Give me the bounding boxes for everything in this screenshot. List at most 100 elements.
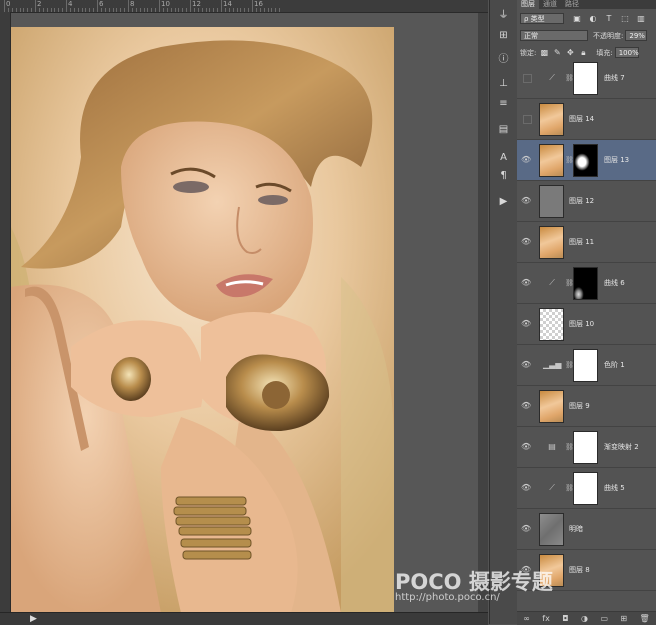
layer-name[interactable]: 图层 13 [604, 155, 629, 165]
mask-link-icon[interactable]: ⛓︎ [565, 73, 574, 83]
curves-icon[interactable]: ⟋ [543, 483, 561, 493]
gradient-map-icon[interactable]: ▤ [543, 442, 561, 452]
new-adjustment-icon[interactable]: ◑ [581, 614, 588, 623]
layer-row[interactable]: 👁︎ 图层 10 [517, 304, 656, 345]
lock-all-icon[interactable]: 🔒︎ [578, 48, 588, 58]
layer-name[interactable]: 图层 9 [569, 401, 590, 411]
lock-position-icon[interactable]: ✥ [565, 48, 575, 58]
character-icon[interactable]: A [496, 150, 511, 165]
link-layers-icon[interactable]: ∞ [523, 614, 530, 623]
layer-name[interactable]: 图层 10 [569, 319, 594, 329]
visibility-eye-icon[interactable]: 👁︎ [521, 196, 531, 206]
paragraph-icon[interactable]: ¶ [496, 168, 511, 183]
filter-adjustment-icon[interactable]: ◐ [588, 14, 598, 24]
vertical-scrollbar[interactable] [478, 13, 488, 612]
tab-channels[interactable]: 通道 [539, 0, 561, 9]
brush-presets-icon[interactable]: ⊥ [496, 76, 511, 91]
mask-link-icon[interactable]: ⛓︎ [565, 278, 574, 288]
document-image[interactable] [11, 27, 394, 613]
layer-name[interactable]: 曲线 7 [604, 73, 625, 83]
mask-link-icon[interactable]: ⛓︎ [565, 483, 574, 493]
layer-row[interactable]: 👁︎ 图层 11 [517, 222, 656, 263]
layer-mask-thumbnail[interactable] [573, 62, 598, 95]
actions-icon[interactable]: ⊞ [496, 28, 511, 43]
visibility-eye-icon[interactable]: 👁︎ [521, 524, 531, 534]
visibility-toggle-off[interactable] [523, 115, 532, 124]
layer-name[interactable]: 图层 14 [569, 114, 594, 124]
levels-icon[interactable]: ▁▃▅ [543, 360, 561, 370]
layer-list[interactable]: ⟋ ⛓︎ 曲线 7 图层 14 👁︎ ⛓︎ 图层 13 👁︎ 图层 12 👁︎ 图层 11 👁︎ ⟋ ⛓︎… [517, 61, 656, 611]
tab-paths[interactable]: 路径 [561, 0, 583, 9]
layer-name[interactable]: 色阶 1 [604, 360, 625, 370]
layer-thumbnail[interactable] [539, 390, 564, 423]
layer-row[interactable]: 👁︎ ▤ ⛓︎ 渐变映射 2 [517, 427, 656, 468]
layer-thumbnail[interactable] [539, 103, 564, 136]
curves-icon[interactable]: ⟋ [543, 278, 561, 288]
visibility-eye-icon[interactable]: 👁︎ [521, 360, 531, 370]
layer-mask-thumbnail[interactable] [573, 431, 598, 464]
layer-row[interactable]: 👁︎ ⟋ ⛓︎ 曲线 5 [517, 468, 656, 509]
mask-link-icon[interactable]: ⛓︎ [565, 155, 574, 165]
layer-name[interactable]: 曲线 5 [604, 483, 625, 493]
visibility-eye-icon[interactable]: 👁︎ [521, 442, 531, 452]
layer-filter-kind-select[interactable]: ρ 类型 [520, 13, 564, 24]
layer-thumbnail[interactable] [539, 226, 564, 259]
layer-thumbnail[interactable] [539, 185, 564, 218]
fill-field[interactable]: 100% [614, 47, 639, 58]
tab-layers[interactable]: 图层 [517, 0, 539, 9]
layer-row[interactable]: ⟋ ⛓︎ 曲线 7 [517, 61, 656, 99]
layer-row[interactable]: 👁︎ 图层 12 [517, 181, 656, 222]
filter-shape-icon[interactable]: ⬚ [620, 14, 630, 24]
visibility-eye-icon[interactable]: 👁︎ [521, 483, 531, 493]
filter-smart-object-icon[interactable]: ▥ [636, 14, 646, 24]
layers-icon[interactable]: ▤ [496, 122, 511, 137]
layer-thumbnail[interactable] [539, 308, 564, 341]
visibility-toggle-off[interactable] [523, 74, 532, 83]
opacity-field[interactable]: 29% [625, 30, 648, 41]
layer-mask-thumbnail[interactable] [573, 144, 598, 177]
layer-name[interactable]: 曲线 6 [604, 278, 625, 288]
layer-thumbnail[interactable] [539, 513, 564, 546]
visibility-eye-icon[interactable]: 👁︎ [521, 278, 531, 288]
layer-row[interactable]: 👁︎ ▁▃▅ ⛓︎ 色阶 1 [517, 345, 656, 386]
layer-mask-thumbnail[interactable] [573, 267, 598, 300]
layer-name[interactable]: 图层 11 [569, 237, 594, 247]
layer-row[interactable]: 👁︎ ⟋ ⛓︎ 曲线 6 [517, 263, 656, 304]
layer-name[interactable]: 渐变映射 2 [604, 442, 639, 452]
layer-name[interactable]: 图层 12 [569, 196, 594, 206]
info-icon[interactable]: ⓘ [496, 52, 511, 67]
lock-transparent-icon[interactable]: ▩ [539, 48, 549, 58]
visibility-eye-icon[interactable]: 👁︎ [521, 401, 531, 411]
visibility-eye-icon[interactable]: 👁︎ [521, 155, 531, 165]
lock-image-icon[interactable]: ✎ [552, 48, 562, 58]
history-icon[interactable]: ⏚ [496, 8, 511, 23]
blend-mode-select[interactable]: 正常 [520, 30, 588, 41]
status-menu-arrow-icon[interactable]: ▶ [30, 614, 37, 624]
opacity-label: 不透明度: [593, 31, 624, 40]
new-layer-icon[interactable]: ⊞ [620, 614, 627, 623]
layer-mask-thumbnail[interactable] [573, 349, 598, 382]
filter-pixel-icon[interactable]: ▣ [572, 14, 582, 24]
visibility-eye-icon[interactable]: 👁︎ [521, 237, 531, 247]
mask-link-icon[interactable]: ⛓︎ [565, 360, 574, 370]
mask-link-icon[interactable]: ⛓︎ [565, 442, 574, 452]
layer-style-icon[interactable]: fx [542, 614, 550, 623]
layer-name[interactable]: 图层 8 [569, 565, 590, 575]
delete-layer-icon[interactable]: 🗑︎ [640, 614, 650, 623]
layer-name[interactable]: 明暗 [569, 524, 583, 534]
add-mask-icon[interactable]: ◘ [562, 614, 568, 623]
adjustments-icon[interactable]: ≡ [496, 96, 511, 111]
layer-row[interactable]: 👁︎ 明暗 [517, 509, 656, 550]
ruler-label: 4 [68, 0, 73, 8]
layer-thumbnail[interactable] [539, 144, 564, 177]
document-canvas-area[interactable] [11, 13, 487, 613]
layer-row[interactable]: 👁︎ ⛓︎ 图层 13 [517, 140, 656, 181]
visibility-eye-icon[interactable]: 👁︎ [521, 319, 531, 329]
layer-row[interactable]: 图层 14 [517, 99, 656, 140]
new-group-icon[interactable]: ▭ [600, 614, 608, 623]
layer-mask-thumbnail[interactable] [573, 472, 598, 505]
layer-row[interactable]: 👁︎ 图层 9 [517, 386, 656, 427]
curves-icon[interactable]: ⟋ [543, 73, 561, 83]
timeline-play-icon[interactable]: ▶ [496, 194, 511, 209]
filter-type-icon[interactable]: T [604, 14, 614, 24]
